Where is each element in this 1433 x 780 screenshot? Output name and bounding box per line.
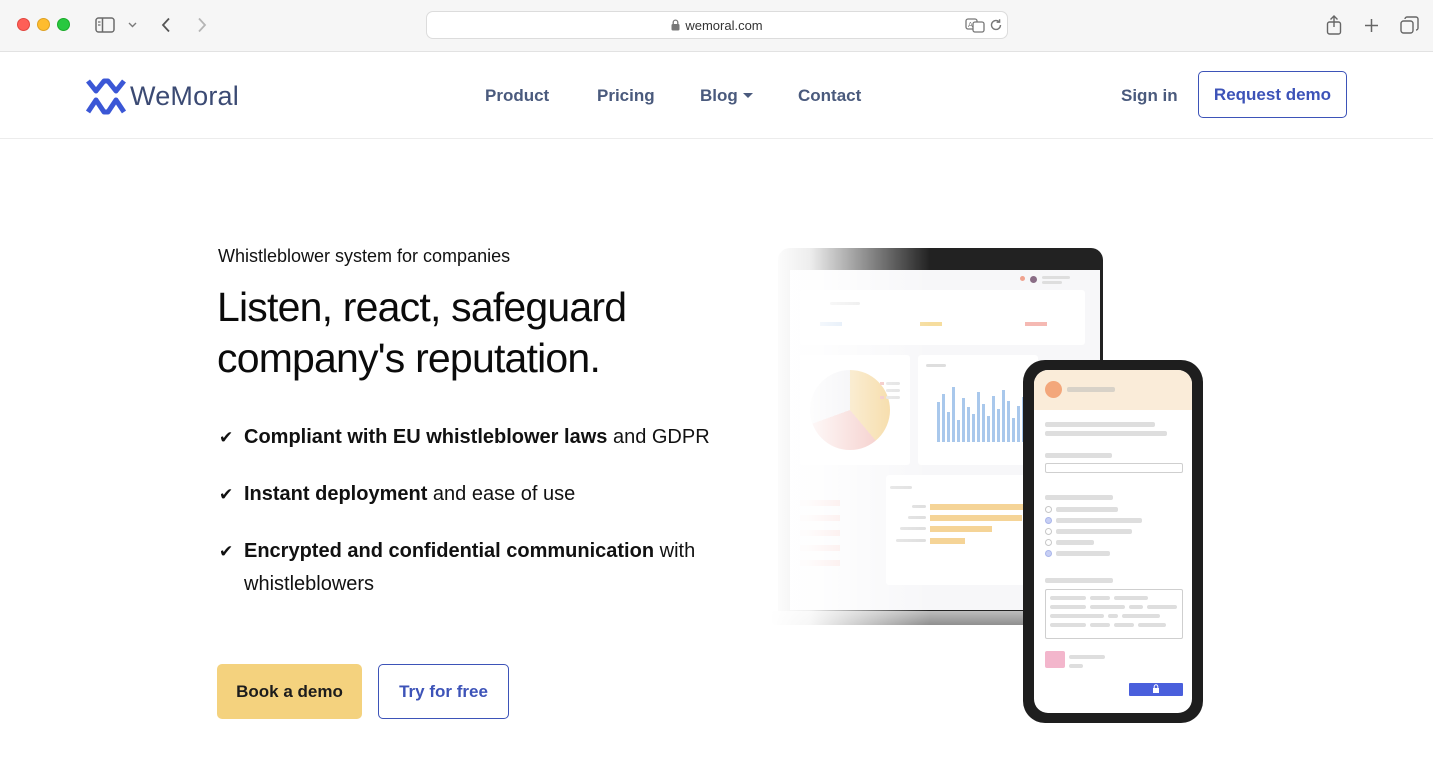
logo-mark-icon: [86, 78, 126, 115]
site-header: WeMoral Product Pricing Blog Contact Sig…: [0, 52, 1433, 139]
feature-bold-text: Instant deployment: [244, 483, 428, 505]
close-window-button[interactable]: [17, 18, 30, 31]
minimize-window-button[interactable]: [37, 18, 50, 31]
feature-bold-text: Encrypted and confidential communication: [244, 540, 655, 562]
check-icon: ✔: [219, 542, 234, 561]
book-demo-button[interactable]: Book a demo: [217, 664, 362, 719]
caret-down-icon: [742, 93, 753, 98]
nav-link-product[interactable]: Product: [485, 86, 549, 106]
chevron-down-icon[interactable]: [125, 13, 139, 37]
hero-headline-line-1: Listen, react, safeguard: [217, 284, 627, 330]
request-demo-button[interactable]: Request demo: [1198, 71, 1347, 118]
tabs-overview-icon[interactable]: [1397, 13, 1421, 37]
nav-link-contact[interactable]: Contact: [798, 86, 861, 106]
translate-icon[interactable]: A: [965, 17, 985, 38]
nav-link-blog[interactable]: Blog: [700, 86, 753, 106]
feature-item: ✔ Compliant with EU whistleblower laws a…: [219, 421, 719, 454]
hero-eyebrow: Whistleblower system for companies: [218, 246, 511, 266]
share-icon[interactable]: [1323, 13, 1345, 37]
feature-text: and GDPR: [607, 426, 710, 448]
try-for-free-button[interactable]: Try for free: [378, 664, 509, 719]
product-illustration: [770, 245, 1210, 725]
url-text: wemoral.com: [685, 18, 763, 33]
nav-link-pricing[interactable]: Pricing: [597, 86, 655, 106]
back-icon[interactable]: [156, 13, 176, 37]
hero-headline-line-2: company's reputation.: [217, 335, 601, 381]
submit-lock-button-preview: [1129, 683, 1183, 696]
svg-text:A: A: [968, 21, 973, 29]
logo-text: WeMoral: [130, 80, 239, 111]
lock-icon: [1153, 684, 1159, 693]
check-icon: ✔: [219, 428, 234, 447]
bar-chart-preview: [937, 380, 1037, 442]
feature-text: and ease of use: [427, 483, 576, 505]
reload-icon[interactable]: [989, 18, 1003, 37]
report-form-preview: [1034, 370, 1192, 713]
sidebar-icon[interactable]: [94, 13, 116, 37]
forward-icon[interactable]: [192, 13, 212, 37]
feature-item: ✔ Encrypted and confidential communicati…: [219, 535, 729, 601]
phone-mockup: [1023, 360, 1203, 723]
illustration-fade: [770, 245, 930, 635]
hero-headline: Listen, react, safeguard company's reput…: [217, 282, 627, 384]
address-bar[interactable]: wemoral.com A: [426, 11, 1008, 39]
feature-bold-text: Compliant with EU whistleblower laws: [244, 426, 608, 448]
image-attachment-icon: [1045, 651, 1065, 668]
sign-in-link[interactable]: Sign in: [1121, 86, 1178, 106]
check-icon: ✔: [219, 485, 234, 504]
new-tab-icon[interactable]: [1360, 13, 1382, 37]
zoom-window-button[interactable]: [57, 18, 70, 31]
browser-toolbar: wemoral.com A: [0, 0, 1433, 52]
lock-icon: [671, 19, 680, 34]
nav-link-blog-label: Blog: [700, 86, 738, 105]
logo[interactable]: WeMoral: [86, 77, 239, 115]
feature-item: ✔ Instant deployment and ease of use: [219, 478, 719, 511]
